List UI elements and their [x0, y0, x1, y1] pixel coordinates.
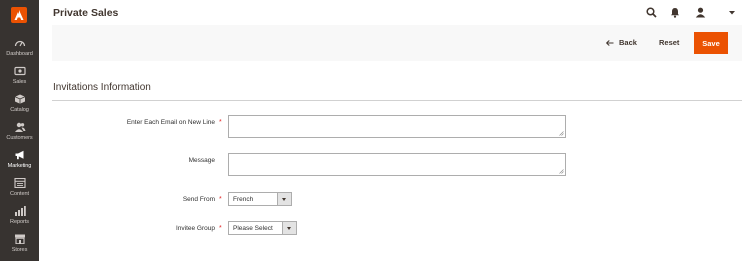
- sidebar-item-label: Content: [10, 191, 29, 197]
- store-icon: [14, 234, 25, 244]
- megaphone-icon: [15, 150, 23, 160]
- dashboard-icon: [14, 40, 25, 47]
- sidebar-item-dashboard[interactable]: Dashboard: [0, 38, 39, 64]
- resize-grip-icon[interactable]: [559, 131, 564, 136]
- invitee-group-select[interactable]: Please Select: [228, 221, 297, 235]
- adobe-logo-icon[interactable]: [11, 7, 27, 23]
- send-from-value: French: [233, 196, 254, 203]
- back-button[interactable]: Back: [606, 38, 637, 47]
- sidebar-item-label: Catalog: [10, 107, 29, 113]
- page-title: Private Sales: [53, 7, 119, 19]
- back-button-label: Back: [619, 38, 637, 47]
- sidebar-item-label: Marketing: [7, 163, 32, 169]
- bell-icon[interactable]: [670, 7, 680, 18]
- sidebar-item-label: Sales: [12, 79, 27, 85]
- message-label: Message: [188, 157, 215, 164]
- admin-sidebar: Dashboard Sales Catalog Customers Market…: [0, 0, 39, 261]
- sidebar-item-stores[interactable]: Stores: [0, 234, 39, 260]
- section-divider: [52, 100, 742, 101]
- dollar-icon: [13, 66, 26, 76]
- sidebar-item-catalog[interactable]: Catalog: [0, 94, 39, 120]
- sidebar-item-sales[interactable]: Sales: [0, 66, 39, 92]
- sidebar-item-reports[interactable]: Reports: [0, 206, 39, 232]
- email-label: Enter Each Email on New Line: [126, 119, 215, 126]
- chevron-down-icon[interactable]: [729, 11, 735, 15]
- sidebar-item-label: Dashboard: [6, 51, 33, 57]
- customers-icon: [14, 122, 25, 132]
- sidebar-item-customers[interactable]: Customers: [0, 122, 39, 148]
- dropdown-arrow-icon: [282, 222, 296, 234]
- box-icon: [14, 94, 25, 104]
- search-icon[interactable]: [646, 7, 657, 18]
- sidebar-item-label: Reports: [10, 219, 29, 225]
- section-title: Invitations Information: [53, 82, 151, 93]
- sidebar-item-marketing[interactable]: Marketing: [0, 150, 39, 176]
- required-marker: *: [219, 196, 222, 203]
- arrow-left-icon: [606, 39, 614, 46]
- send-from-label: Send From: [182, 196, 215, 203]
- sidebar-item-label: Customers: [6, 135, 33, 141]
- bar-chart-icon: [14, 206, 26, 216]
- user-account-icon[interactable]: [695, 7, 706, 18]
- resize-grip-icon[interactable]: [559, 169, 564, 174]
- required-marker: *: [219, 225, 222, 232]
- send-from-select[interactable]: French: [228, 192, 292, 206]
- emails-textarea[interactable]: [228, 115, 566, 138]
- sidebar-item-content[interactable]: Content: [0, 178, 39, 204]
- message-textarea[interactable]: [228, 153, 566, 176]
- invitee-group-label: Invitee Group: [175, 225, 215, 232]
- required-marker: *: [219, 119, 222, 126]
- save-button[interactable]: Save: [694, 32, 728, 54]
- dropdown-arrow-icon: [277, 193, 291, 205]
- page-actions-bar: [52, 25, 742, 61]
- reset-button[interactable]: Reset: [659, 38, 679, 47]
- content-icon: [13, 178, 26, 188]
- sidebar-item-label: Stores: [11, 247, 28, 253]
- invitee-group-value: Please Select: [233, 225, 273, 232]
